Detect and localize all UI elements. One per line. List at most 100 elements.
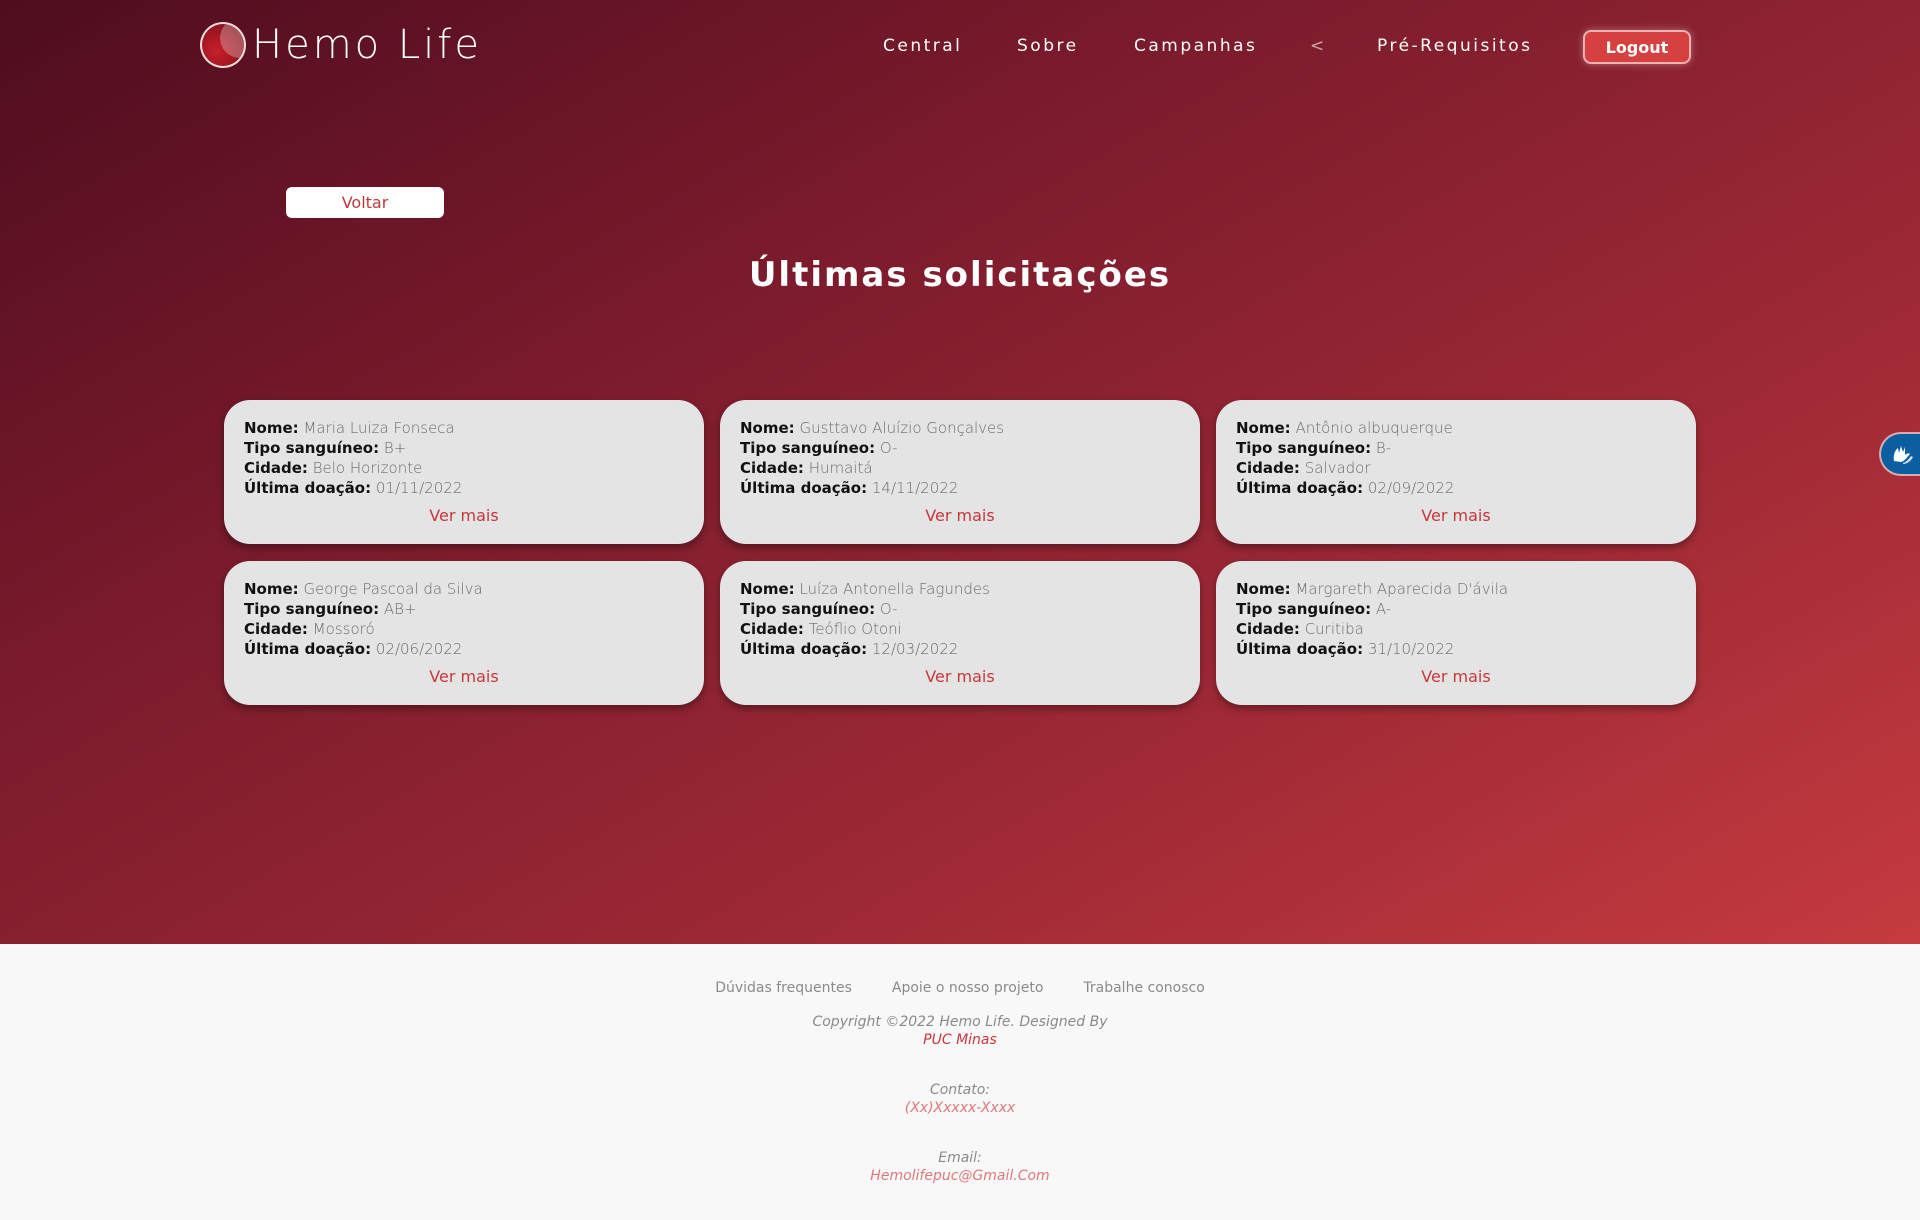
donor-name-value: Luíza Antonella Fagundes <box>799 580 990 598</box>
last-donation-value: 02/06/2022 <box>375 640 463 658</box>
last-donation-label: Última doação: <box>244 479 372 497</box>
donor-name-label: Nome: <box>740 580 795 598</box>
donor-name-label: Nome: <box>244 580 299 598</box>
city-label: Cidade: <box>1236 459 1300 477</box>
request-card: Nome: Luíza Antonella Fagundes Tipo sangu… <box>720 561 1200 705</box>
last-donation-row: Última doação: 12/03/2022 <box>740 639 1180 659</box>
contact-email[interactable]: Hemolifepuc@Gmail.Com <box>0 1168 1920 1184</box>
logout-button[interactable]: Logout <box>1583 30 1691 64</box>
page-title: Últimas solicitações <box>748 255 1172 295</box>
donor-name-label: Nome: <box>740 419 795 437</box>
city-label: Cidade: <box>740 620 804 638</box>
city-label: Cidade: <box>740 459 804 477</box>
blood-type-row: Tipo sanguíneo: A- <box>1236 599 1676 619</box>
last-donation-row: Última doação: 02/09/2022 <box>1236 478 1676 498</box>
donor-name-row: Nome: Antônio albuquerque <box>1236 418 1676 438</box>
city-value: Salvador <box>1304 459 1371 477</box>
donor-name-value: Maria Luiza Fonseca <box>303 419 455 437</box>
nav-campanhas[interactable]: Campanhas <box>1134 36 1257 56</box>
ver-mais-link[interactable]: Ver mais <box>1236 506 1676 526</box>
city-row: Cidade: Teóflio Otoni <box>740 619 1180 639</box>
donor-name-row: Nome: George Pascoal da Silva <box>244 579 684 599</box>
footer-link-faq[interactable]: Dúvidas frequentes <box>715 980 852 996</box>
blood-type-row: Tipo sanguíneo: AB+ <box>244 599 684 619</box>
logo-link[interactable]: Hemo Life <box>200 22 482 68</box>
blood-type-value: AB+ <box>383 600 417 618</box>
donor-name-row: Nome: Luíza Antonella Fagundes <box>740 579 1180 599</box>
nav-central[interactable]: Central <box>883 36 962 56</box>
last-donation-value: 12/03/2022 <box>871 640 959 658</box>
last-donation-value: 31/10/2022 <box>1367 640 1455 658</box>
blood-type-value: B+ <box>383 439 407 457</box>
blood-type-label: Tipo sanguíneo: <box>740 600 876 618</box>
last-donation-row: Última doação: 14/11/2022 <box>740 478 1180 498</box>
ver-mais-link[interactable]: Ver mais <box>740 506 1180 526</box>
back-button[interactable]: Voltar <box>286 187 444 218</box>
blood-type-row: Tipo sanguíneo: B- <box>1236 438 1676 458</box>
blood-type-label: Tipo sanguíneo: <box>1236 439 1372 457</box>
blood-type-row: Tipo sanguíneo: B+ <box>244 438 684 458</box>
donor-name-label: Nome: <box>1236 580 1291 598</box>
request-card: Nome: George Pascoal da Silva Tipo sanguí… <box>224 561 704 705</box>
city-label: Cidade: <box>244 459 308 477</box>
last-donation-label: Última doação: <box>740 640 868 658</box>
blood-type-row: Tipo sanguíneo: O- <box>740 438 1180 458</box>
email-label: Email: <box>938 1150 982 1166</box>
city-row: Cidade: Salvador <box>1236 458 1676 478</box>
last-donation-label: Última doação: <box>740 479 868 497</box>
request-card: Nome: Antônio albuquerque Tipo sanguíneo:… <box>1216 400 1696 544</box>
last-donation-row: Última doação: 02/06/2022 <box>244 639 684 659</box>
nav-pre-requisitos[interactable]: Pré-Requisitos <box>1377 36 1532 56</box>
city-value: Belo Horizonte <box>312 459 423 477</box>
site-footer: Dúvidas frequentes Apoie o nosso projeto… <box>0 944 1920 1220</box>
city-label: Cidade: <box>1236 620 1300 638</box>
donor-name-row: Nome: Maria Luiza Fonseca <box>244 418 684 438</box>
footer-link-careers[interactable]: Trabalhe conosco <box>1083 980 1204 996</box>
donor-name-value: Margareth Aparecida D'ávila <box>1295 580 1509 598</box>
footer-link-support[interactable]: Apoie o nosso projeto <box>892 980 1044 996</box>
contact-label: Contato: <box>929 1082 991 1098</box>
last-donation-value: 14/11/2022 <box>871 479 959 497</box>
last-donation-label: Última doação: <box>244 640 372 658</box>
blood-type-value: A- <box>1375 600 1392 618</box>
city-value: Mossoró <box>312 620 375 638</box>
blood-type-row: Tipo sanguíneo: O- <box>740 599 1180 619</box>
city-row: Cidade: Curitiba <box>1236 619 1676 639</box>
footer-links: Dúvidas frequentes Apoie o nosso projeto… <box>0 980 1920 996</box>
donor-name-value: Antônio albuquerque <box>1295 419 1453 437</box>
last-donation-label: Última doação: <box>1236 479 1364 497</box>
donor-name-row: Nome: Gusttavo Aluízio Gonçalves <box>740 418 1180 438</box>
copyright-text: Copyright ©2022 Hemo Life. Designed By <box>812 1014 1108 1030</box>
contact-phone[interactable]: (Xx)Xxxxx-Xxxx <box>0 1100 1920 1116</box>
last-donation-label: Última doação: <box>1236 640 1364 658</box>
request-card: Nome: Gusttavo Aluízio Gonçalves Tipo san… <box>720 400 1200 544</box>
last-donation-row: Última doação: 01/11/2022 <box>244 478 684 498</box>
designer-link[interactable]: PUC Minas <box>0 1032 1920 1048</box>
blood-type-label: Tipo sanguíneo: <box>740 439 876 457</box>
donor-name-value: George Pascoal da Silva <box>303 580 483 598</box>
ver-mais-link[interactable]: Ver mais <box>244 667 684 687</box>
request-card: Nome: Margareth Aparecida D'ávila Tipo sa… <box>1216 561 1696 705</box>
nav-sobre[interactable]: Sobre <box>1017 36 1079 56</box>
blood-type-value: O- <box>879 600 898 618</box>
logo-icon <box>200 22 246 68</box>
blood-type-label: Tipo sanguíneo: <box>244 439 380 457</box>
donor-name-value: Gusttavo Aluízio Gonçalves <box>799 419 1005 437</box>
city-label: Cidade: <box>244 620 308 638</box>
city-row: Cidade: Belo Horizonte <box>244 458 684 478</box>
brand-name: Hemo Life <box>252 22 482 68</box>
last-donation-value: 02/09/2022 <box>1367 479 1455 497</box>
last-donation-value: 01/11/2022 <box>375 479 463 497</box>
sign-language-hands-icon <box>1893 446 1913 464</box>
ver-mais-link[interactable]: Ver mais <box>1236 667 1676 687</box>
last-donation-row: Última doação: 31/10/2022 <box>1236 639 1676 659</box>
blood-type-label: Tipo sanguíneo: <box>1236 600 1372 618</box>
accessibility-widget-button[interactable] <box>1881 434 1920 474</box>
city-row: Cidade: Mossoró <box>244 619 684 639</box>
ver-mais-link[interactable]: Ver mais <box>244 506 684 526</box>
ver-mais-link[interactable]: Ver mais <box>740 667 1180 687</box>
city-row: Cidade: Humaitá <box>740 458 1180 478</box>
nav-chevron-left-icon[interactable]: < <box>1310 36 1324 56</box>
blood-type-value: B- <box>1375 439 1392 457</box>
request-cards-grid: Nome: Maria Luiza Fonseca Tipo sanguíneo:… <box>224 400 1696 705</box>
